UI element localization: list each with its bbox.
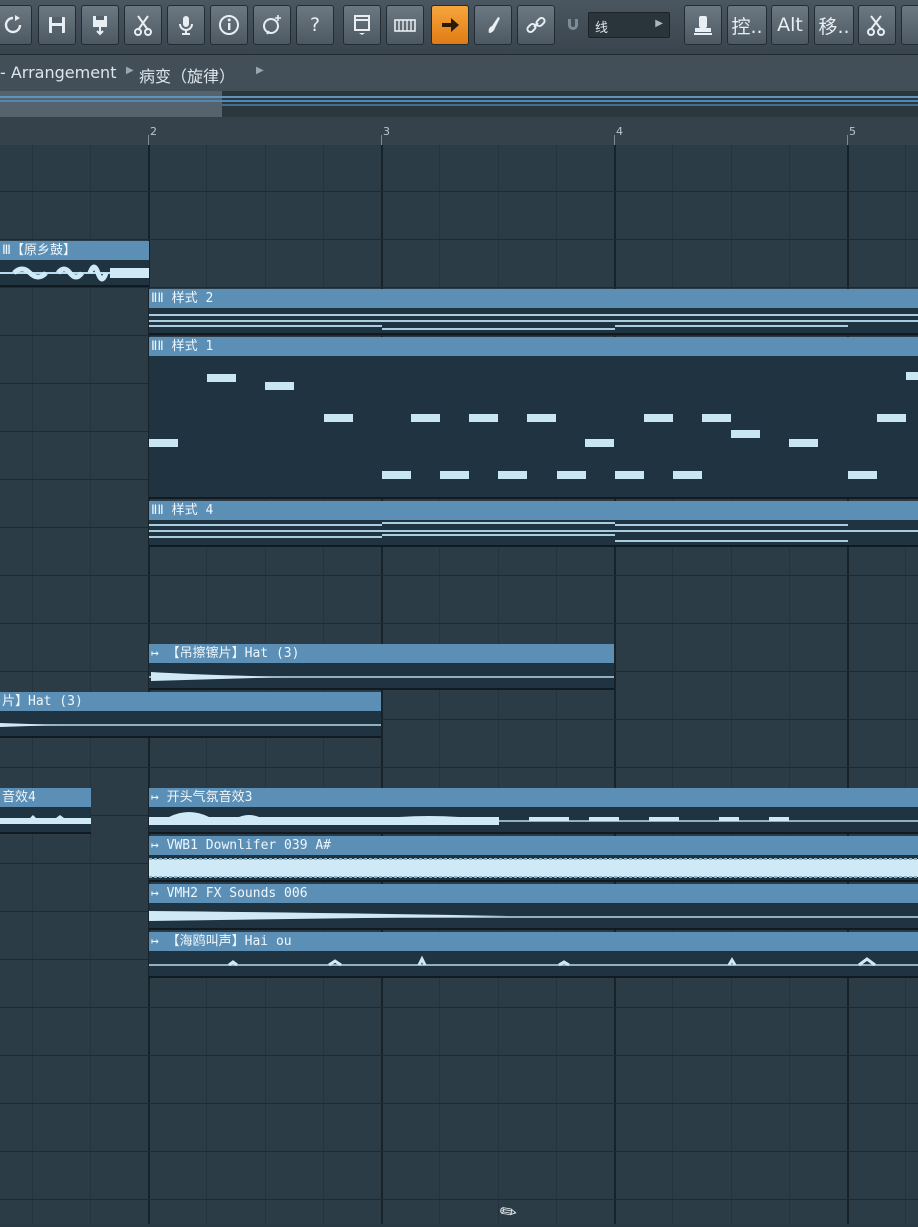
overview-selection[interactable] [0, 91, 222, 117]
note [207, 374, 236, 382]
redo-icon[interactable] [0, 5, 32, 45]
note [265, 382, 294, 390]
clip-title: Ⅲ【原乡鼓】 [0, 241, 149, 260]
note [644, 414, 673, 422]
save-icon[interactable] [38, 5, 76, 45]
pattern-clip[interactable]: ⅡⅡ 样式 1 [149, 337, 918, 499]
timeline-ruler[interactable]: 2 3 4 5 [0, 117, 918, 146]
chevron-right-icon: ▶ [655, 18, 663, 29]
overflow-button[interactable] [901, 5, 918, 45]
audio-clip[interactable]: ↦ 【吊擦镲片】Hat (3) [149, 644, 614, 690]
breadcrumb-pattern[interactable]: 病变（旋律） [139, 63, 235, 87]
window-icon[interactable] [343, 5, 381, 45]
audio-clip[interactable]: 音效4 [0, 788, 91, 834]
clip-title: ↦ VWB1 Downlifer 039 A# [149, 836, 918, 855]
microphone-icon[interactable] [167, 5, 205, 45]
note [673, 471, 702, 479]
chevron-right-icon: ▶ [256, 65, 264, 76]
bar-number: 5 [849, 125, 856, 138]
clip-title: 片】Hat (3) [0, 692, 381, 711]
note [324, 414, 353, 422]
piano-icon[interactable] [386, 5, 424, 45]
note [557, 471, 586, 479]
move-button[interactable]: 移.. [814, 5, 854, 45]
audio-clip[interactable]: ↦ 【海鸥叫声】Hai ou [149, 932, 918, 978]
arrow-right-icon[interactable] [431, 5, 469, 45]
note [149, 439, 178, 447]
snap-select[interactable]: 线 ▶ [588, 12, 670, 38]
clip-title: ⅡⅡ 样式 2 [149, 289, 918, 308]
audio-clip[interactable]: Ⅲ【原乡鼓】 [0, 241, 149, 287]
note [411, 414, 440, 422]
magnet-icon[interactable] [566, 16, 580, 35]
cut-icon[interactable] [124, 5, 162, 45]
clip-title: ↦ 开头气氛音效3 [149, 788, 918, 807]
link-icon[interactable] [517, 5, 555, 45]
brush-icon[interactable] [474, 5, 512, 45]
waveform [149, 955, 918, 967]
clip-title: ⅡⅡ 样式 1 [149, 337, 918, 356]
chevron-right-icon: ▶ [126, 65, 134, 76]
waveform [149, 812, 918, 825]
save-as-icon[interactable] [81, 5, 119, 45]
audio-clip[interactable]: 片】Hat (3) [0, 692, 381, 738]
waveform [0, 264, 149, 282]
bar-number: 2 [150, 125, 157, 138]
playlist-overview[interactable] [0, 91, 918, 117]
note [906, 372, 918, 380]
controller-button[interactable]: 控.. [727, 5, 767, 45]
snap-select-value: 线 [595, 21, 609, 36]
audio-clip[interactable]: ↦ 开头气氛音效3 [149, 788, 918, 834]
waveform [0, 815, 91, 824]
clip-title: 音效4 [0, 788, 91, 807]
bar-number: 3 [383, 125, 390, 138]
note [789, 439, 818, 447]
audio-clip[interactable]: ↦ VWB1 Downlifer 039 A# [149, 836, 918, 882]
note [848, 471, 877, 479]
note [527, 414, 556, 422]
toolbar: ? 线 ▶ 控.. Alt 移.. [0, 0, 918, 55]
note [585, 439, 614, 447]
clip-title: ↦ 【海鸥叫声】Hai ou [149, 932, 918, 951]
pattern-clip[interactable]: ⅡⅡ 样式 2 [149, 289, 918, 335]
note [731, 430, 760, 438]
note [498, 471, 527, 479]
waveform [149, 911, 918, 921]
wish-icon[interactable] [253, 5, 291, 45]
note [877, 414, 906, 422]
scissors-icon[interactable] [858, 5, 896, 45]
clip-title: ⅡⅡ 样式 4 [149, 501, 918, 520]
note [382, 471, 411, 479]
waveform [149, 858, 918, 878]
help-button[interactable]: ? [296, 5, 334, 45]
info-icon[interactable] [210, 5, 248, 45]
note [702, 414, 731, 422]
breadcrumb: - Arrangement ▶ 病变（旋律） ▶ [0, 55, 918, 91]
clip-title: ↦ VMH2 FX Sounds 006 [149, 884, 918, 903]
audio-clip[interactable]: ↦ VMH2 FX Sounds 006 [149, 884, 918, 930]
note [440, 471, 469, 479]
pattern-clip[interactable]: ⅡⅡ 样式 4 [149, 501, 918, 547]
bar-number: 4 [616, 125, 623, 138]
waveform [149, 672, 614, 681]
clip-title: ↦ 【吊擦镲片】Hat (3) [149, 644, 614, 663]
stamp-icon[interactable] [684, 5, 722, 45]
waveform [0, 723, 381, 727]
note [469, 414, 498, 422]
breadcrumb-arrangement[interactable]: - Arrangement [0, 63, 116, 82]
note [615, 471, 644, 479]
alt-button[interactable]: Alt [771, 5, 809, 45]
